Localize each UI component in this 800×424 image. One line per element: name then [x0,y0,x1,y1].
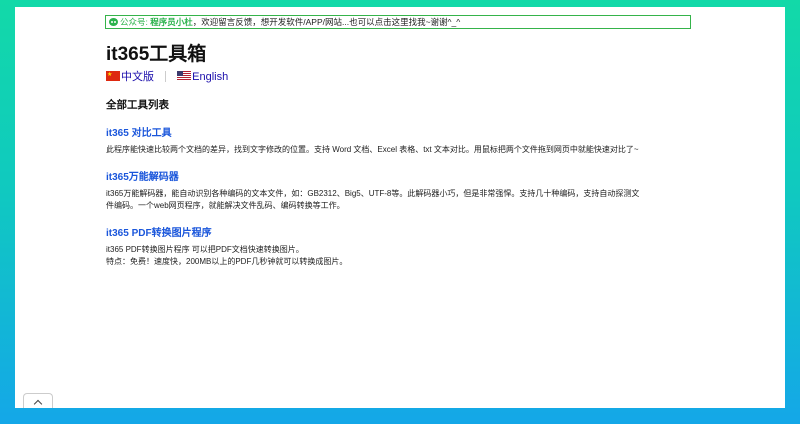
chevron-up-icon [33,399,43,408]
tool-desc-line: 此程序能快速比较两个文档的差异，找到文字修改的位置。支持 Word 文档、Exc… [106,145,639,154]
tool-desc-line: it365万能解码器，能自动识别各种编码的文本文件，如：GB2312、Big5、… [106,189,640,198]
language-switcher: 中文版 English [106,68,706,84]
tool-desc-line: it365 PDF转换图片程序 可以把PDF文档快速转换图片。 [106,245,304,254]
tool-item-pdf2img: it365 PDF转换图片程序 it365 PDF转换图片程序 可以把PDF文档… [106,223,706,268]
lang-link-chinese[interactable]: 中文版 [106,68,154,84]
lang-label-english: English [192,71,229,83]
wechat-icon [109,18,118,26]
tool-link-pdf2img[interactable]: it365 PDF转换图片程序 [106,227,212,241]
tool-desc-decoder: it365万能解码器，能自动识别各种编码的文本文件，如：GB2312、Big5、… [106,188,706,212]
tool-link-compare[interactable]: it365 对比工具 [106,127,172,141]
notice-label: 公众号: [120,17,148,27]
wechat-notice-banner[interactable]: 公众号: 程序员小杜，欢迎留言反馈，想开发软件/APP/网站...也可以点击这里… [105,15,691,29]
notice-contact-link[interactable]: ，欢迎留言反馈，想开发软件/APP/网站...也可以点击这里找我~谢谢^_^ [193,17,461,27]
tool-item-compare: it365 对比工具 此程序能快速比较两个文档的差异，找到文字修改的位置。支持 … [106,123,706,156]
tool-desc-line: 特点：免费！速度快，200MB以上的PDF几秒钟就可以转换成图片。 [106,257,348,266]
cn-flag-icon [106,68,120,82]
tool-desc-compare: 此程序能快速比较两个文档的差异，找到文字修改的位置。支持 Word 文档、Exc… [106,144,706,156]
tool-link-decoder[interactable]: it365万能解码器 [106,171,179,185]
tool-desc-line: 件编码。一个web网页程序，就能解决文件乱码、编码转换等工作。 [106,201,345,210]
collapse-toggle-button[interactable] [23,393,53,408]
tool-desc-pdf2img: it365 PDF转换图片程序 可以把PDF文档快速转换图片。 特点：免费！速度… [106,244,706,268]
main-content: it365工具箱 中文版 English 全部工具列表 it365 对比工具 此… [106,43,706,268]
notice-brand[interactable]: 程序员小杜 [150,17,193,27]
lang-divider [165,71,167,82]
tool-item-decoder: it365万能解码器 it365万能解码器，能自动识别各种编码的文本文件，如：G… [106,167,706,212]
browser-page: 公众号: 程序员小杜，欢迎留言反馈，想开发软件/APP/网站...也可以点击这里… [15,7,785,408]
section-title: 全部工具列表 [106,99,169,111]
page-title: it365工具箱 [106,44,207,65]
us-flag-icon [177,71,192,81]
lang-label-chinese: 中文版 [121,71,154,83]
lang-link-english[interactable]: English [177,70,228,84]
